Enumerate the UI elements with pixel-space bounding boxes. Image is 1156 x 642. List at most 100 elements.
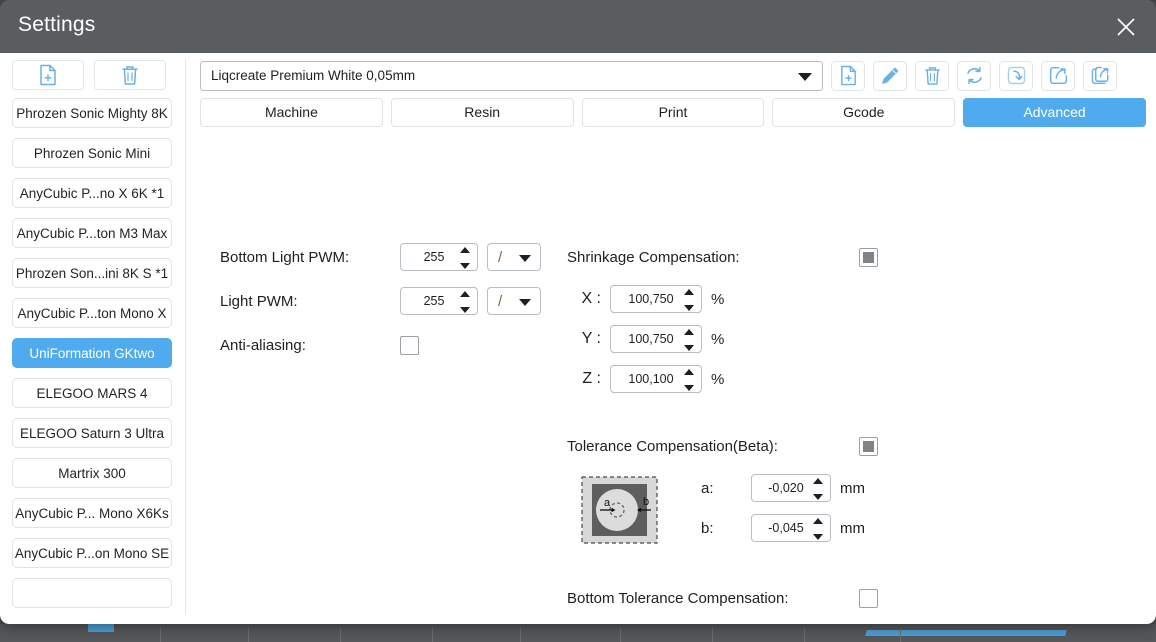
printer-list-item[interactable]: AnyCubic P...ton M3 Max: [12, 218, 172, 248]
light-pwm-mode-value: /: [498, 292, 503, 310]
edit-profile-button[interactable]: [873, 60, 907, 91]
anti-aliasing-row: Anti-aliasing:: [220, 323, 541, 367]
shrinkage-axis-row: Y : 100,750%: [567, 319, 878, 359]
printer-list-item[interactable]: AnyCubic P... Mono X6Ks: [12, 498, 172, 528]
tolerance-field-label: a:: [701, 479, 714, 497]
shrinkage-axis-fields: X : 100,750% Y : 100,750% Z : 100,100%: [567, 279, 878, 399]
taskbar-accent-secondary: [865, 630, 1067, 636]
anti-aliasing-label: Anti-aliasing:: [220, 336, 306, 354]
import-icon: [1007, 66, 1025, 85]
pencil-icon: [882, 67, 899, 84]
spin-down-icon[interactable]: [460, 307, 470, 313]
spin-down-icon[interactable]: [460, 263, 470, 269]
tolerance-field-unit: mm: [840, 519, 865, 537]
light-pwm-spin-buttons[interactable]: [460, 291, 471, 313]
bottom-light-pwm-stepper[interactable]: 255: [400, 243, 478, 271]
bottom-tolerance-compensation-checkbox[interactable]: [859, 588, 878, 608]
add-printer-button[interactable]: [12, 60, 84, 90]
new-profile-button[interactable]: [831, 60, 865, 91]
light-pwm-mode-select[interactable]: /: [487, 287, 541, 315]
shrinkage-axis-unit: %: [711, 370, 725, 388]
printer-list-item[interactable]: AnyCubic P...no X 6K *1: [12, 178, 172, 208]
chevron-down-icon: [798, 72, 812, 81]
chevron-down-icon: [519, 255, 531, 262]
close-icon: [1117, 17, 1135, 36]
tolerance-compensation-checkbox[interactable]: [859, 436, 878, 456]
anti-aliasing-checkbox[interactable]: [400, 335, 419, 355]
shrinkage-axis-label: Y :: [581, 330, 601, 347]
spin-up-icon[interactable]: [460, 291, 470, 297]
refresh-icon: [966, 66, 982, 85]
bottom-tolerance-compensation-label: Bottom Tolerance Compensation:: [567, 589, 789, 607]
shrinkage-axis-spin-buttons[interactable]: [684, 369, 695, 391]
import-profile-button[interactable]: [999, 60, 1033, 91]
printer-list-item[interactable]: Phrozen Sonic Mini: [12, 138, 172, 168]
dialog-titlebar: Settings: [0, 0, 1156, 53]
light-pwm-stepper[interactable]: 255: [400, 287, 478, 315]
spin-up-icon[interactable]: [813, 518, 823, 524]
settings-content: Liqcreate Premium White 0,05mm Machine R…: [186, 53, 1156, 624]
light-pwm-label: Light PWM:: [220, 292, 298, 310]
tolerance-field-spin-buttons[interactable]: [813, 518, 824, 540]
spin-up-icon[interactable]: [684, 329, 694, 335]
export-profile-button[interactable]: [1041, 60, 1075, 91]
spin-down-icon[interactable]: [684, 305, 694, 311]
delete-profile-button[interactable]: [915, 60, 949, 91]
tolerance-field-unit: mm: [840, 479, 865, 497]
taskbar: [0, 624, 1156, 642]
shrinkage-axis-spin-buttons[interactable]: [684, 329, 695, 351]
advanced-tab-panel: Bottom Light PWM: 255 / Light PWM: 255 /…: [186, 137, 1156, 624]
spin-down-icon[interactable]: [813, 494, 823, 500]
light-pwm-row: Light PWM: 255 /: [220, 279, 541, 323]
bottom-light-pwm-mode-select[interactable]: /: [487, 243, 541, 271]
taskbar-accent: [88, 624, 114, 632]
spin-up-icon[interactable]: [460, 247, 470, 253]
shrinkage-compensation-checkbox[interactable]: [859, 247, 878, 267]
tab-advanced[interactable]: Advanced: [963, 98, 1146, 127]
printer-list-item[interactable]: ELEGOO Saturn 3 Ultra: [12, 418, 172, 448]
tab-resin[interactable]: Resin: [390, 98, 574, 127]
printer-list-item[interactable]: Phrozen Sonic Mighty 8K: [12, 98, 172, 128]
close-button[interactable]: [1096, 0, 1156, 53]
shrinkage-axis-stepper[interactable]: 100,750: [610, 285, 702, 313]
refresh-profile-button[interactable]: [957, 60, 991, 91]
shrinkage-axis-stepper[interactable]: 100,750: [610, 325, 702, 353]
spin-up-icon[interactable]: [684, 369, 694, 375]
printer-list-item[interactable]: Phrozen Son...ini 8K S *1: [12, 258, 172, 288]
spin-down-icon[interactable]: [684, 345, 694, 351]
export-all-profiles-button[interactable]: [1083, 60, 1117, 91]
tolerance-field-spin-buttons[interactable]: [813, 478, 824, 500]
printer-list-item[interactable]: Martrix 300: [12, 458, 172, 488]
printer-list-item[interactable]: AnyCubic P...ton Mono X: [12, 298, 172, 328]
delete-printer-button[interactable]: [94, 60, 166, 90]
spin-up-icon[interactable]: [813, 478, 823, 484]
shrinkage-axis-unit: %: [711, 290, 725, 308]
shrinkage-axis-spin-buttons[interactable]: [684, 289, 695, 311]
shrinkage-compensation-row: Shrinkage Compensation:: [567, 235, 878, 279]
shrinkage-axis-label: X :: [581, 290, 601, 307]
tolerance-field-stepper[interactable]: -0,045: [751, 514, 831, 542]
tab-print[interactable]: Print: [581, 98, 765, 127]
printer-list-item[interactable]: UniFormation GKtwo: [12, 338, 172, 368]
spin-down-icon[interactable]: [684, 385, 694, 391]
shrinkage-axis-row: Z : 100,100%: [567, 359, 878, 399]
advanced-right-column: Shrinkage Compensation: X : 100,750% Y : 10…: [567, 235, 878, 624]
shrinkage-axis-label: Z :: [582, 370, 601, 387]
spin-down-icon[interactable]: [813, 534, 823, 540]
tab-machine[interactable]: Machine: [200, 98, 383, 127]
tolerance-diagram: a b: [581, 476, 658, 544]
tolerance-diagram-icon: a b: [581, 476, 658, 544]
bottom-light-pwm-spin-buttons[interactable]: [460, 247, 471, 269]
tab-gcode[interactable]: Gcode: [772, 98, 956, 127]
printer-list-item[interactable]: AnyCubic P...on Mono SE: [12, 538, 172, 568]
settings-tabs[interactable]: Machine Resin Print Gcode Advanced: [200, 98, 1146, 127]
tolerance-field-stepper[interactable]: -0,020: [751, 474, 831, 502]
tolerance-compensation-row: Tolerance Compensation(Beta):: [567, 424, 878, 468]
spin-up-icon[interactable]: [684, 289, 694, 295]
profile-combobox[interactable]: Liqcreate Premium White 0,05mm: [200, 60, 823, 91]
printer-list-item[interactable]: [12, 578, 172, 608]
shrinkage-axis-stepper[interactable]: 100,100: [610, 365, 702, 393]
printer-list[interactable]: Phrozen Sonic Mighty 8K Phrozen Sonic Min…: [0, 98, 184, 624]
printer-list-item[interactable]: ELEGOO MARS 4: [12, 378, 172, 408]
tolerance-fields-group: a b a: -0,020 mm b: -0,045 mm: [567, 468, 878, 560]
